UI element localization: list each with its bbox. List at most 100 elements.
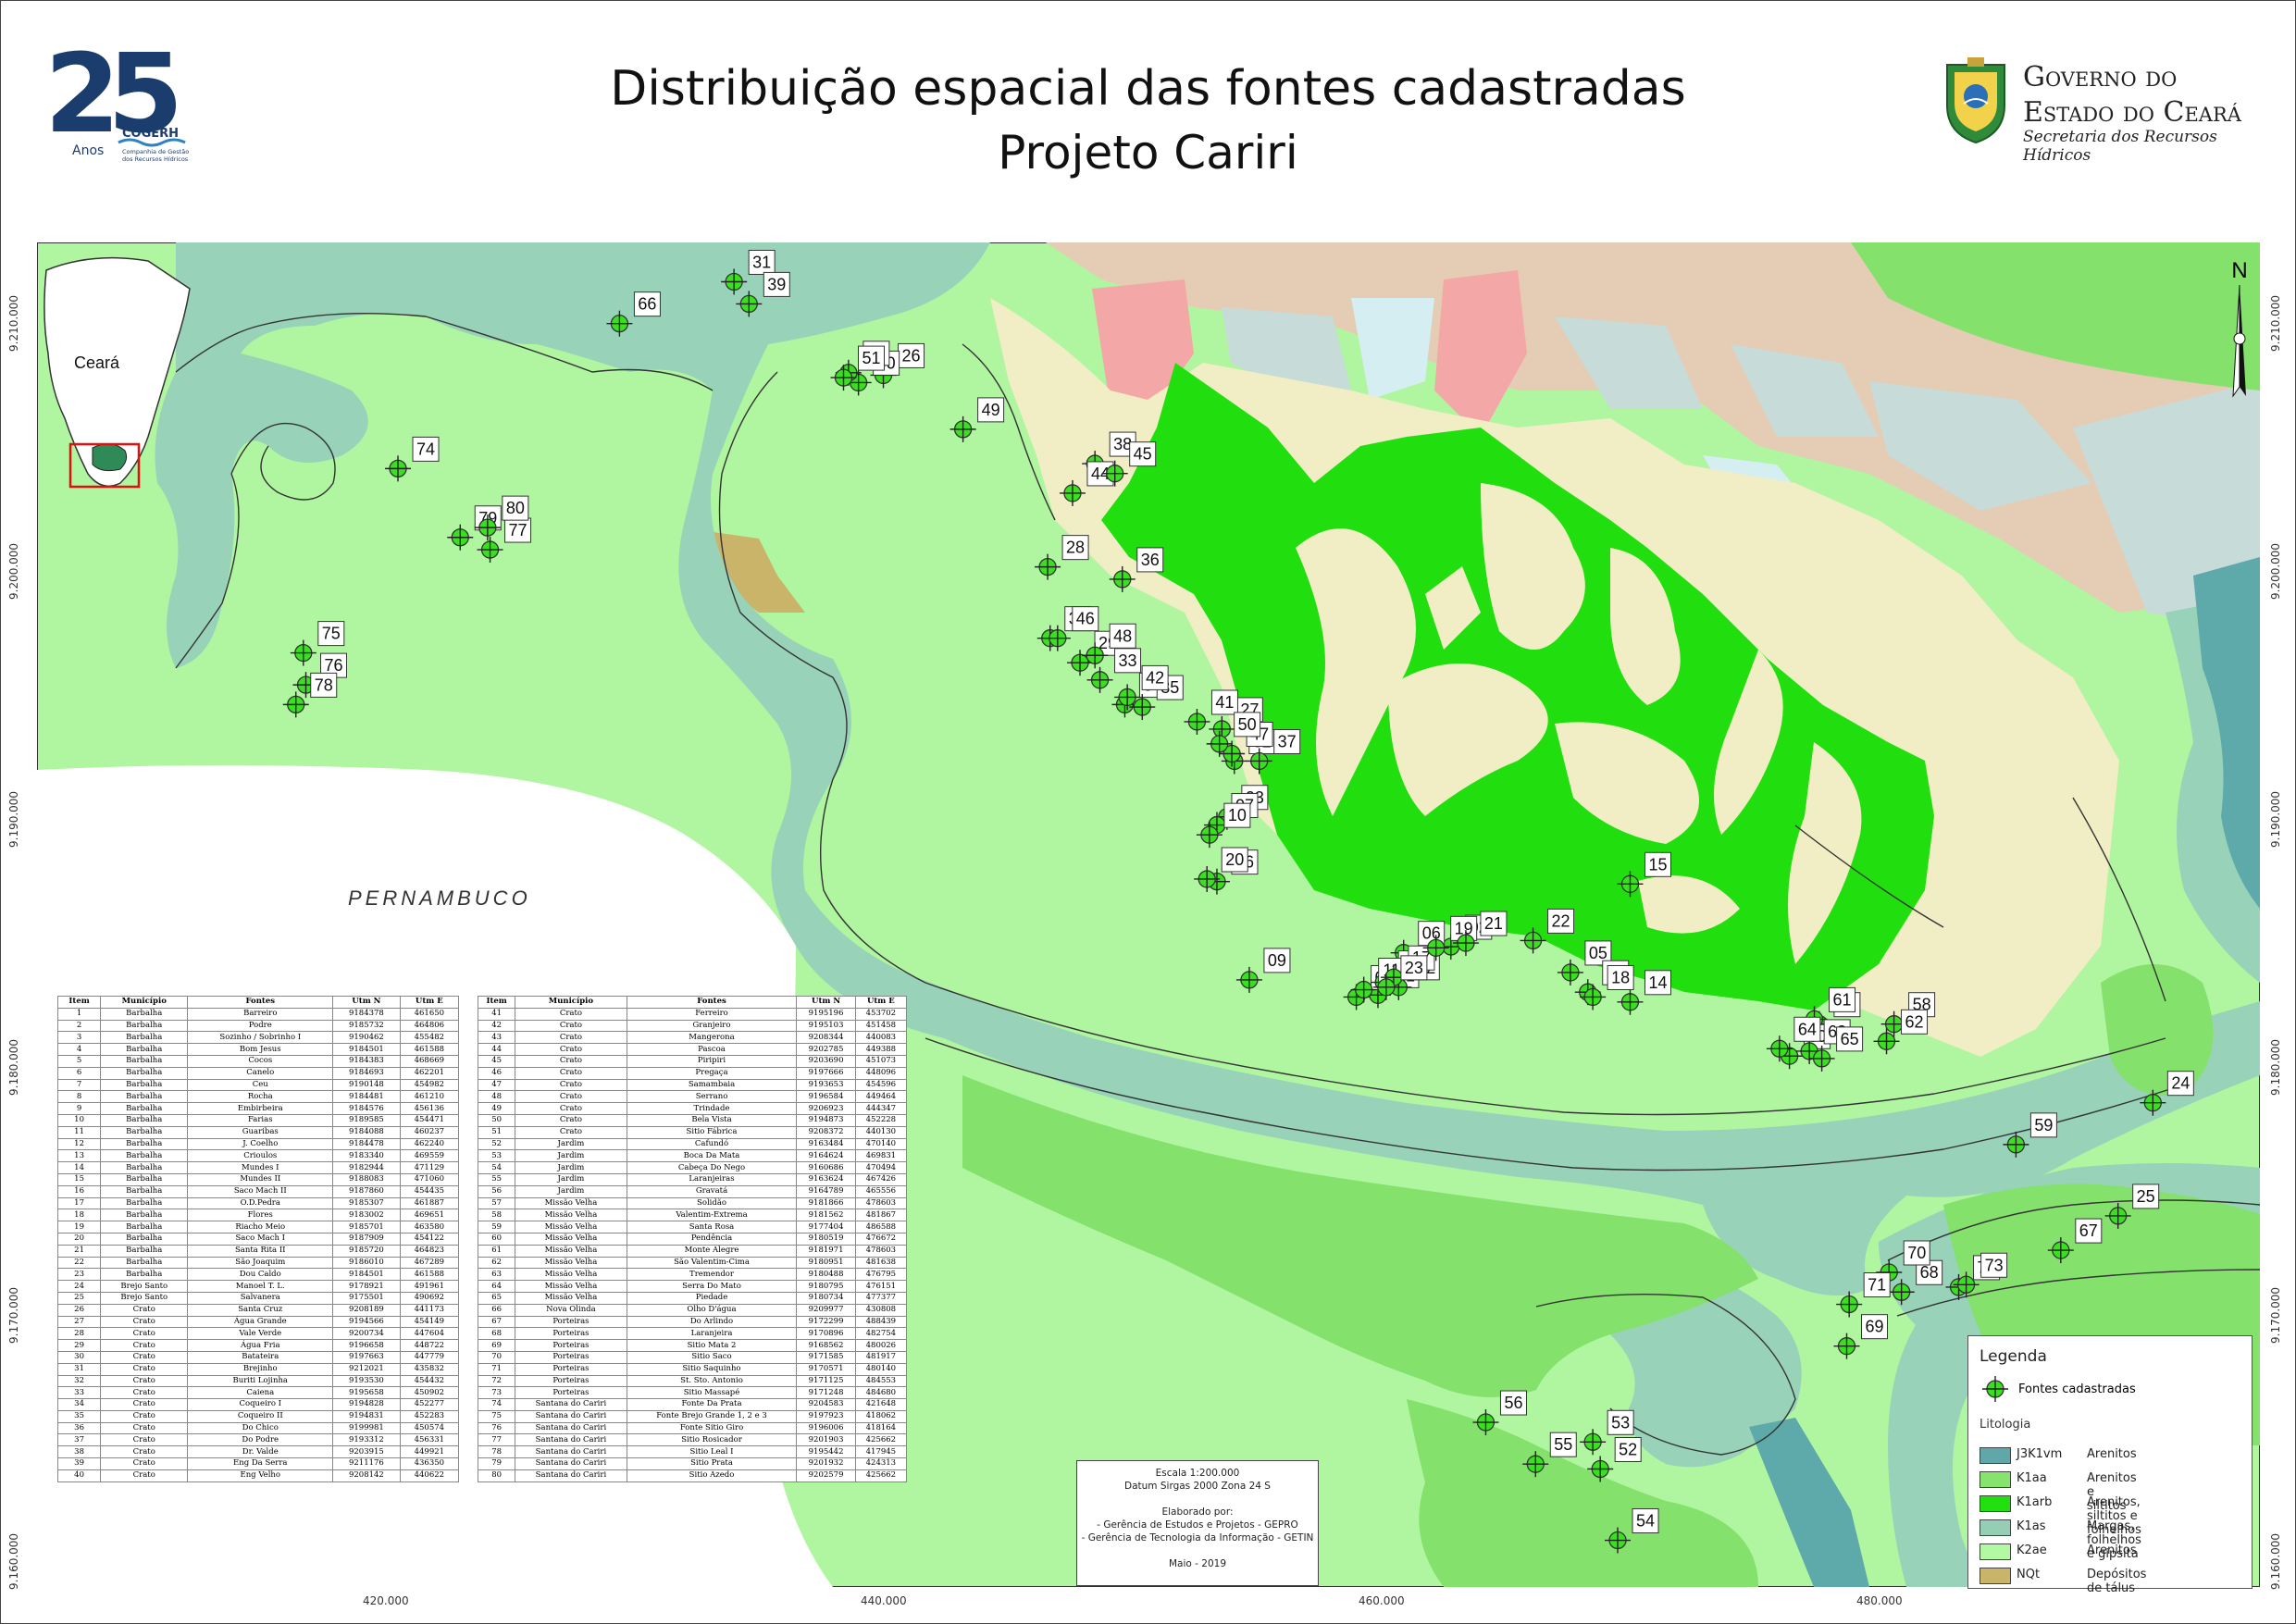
- table-cell: 451458: [854, 1019, 908, 1033]
- point-label: 49: [982, 401, 1000, 419]
- point-label: 50: [1238, 715, 1257, 734]
- table-cell: Bela Vista: [626, 1113, 798, 1127]
- th-item: Item: [477, 996, 516, 1009]
- table-cell: Barbalha: [100, 1090, 189, 1104]
- table-cell: Monte Alegre: [626, 1244, 798, 1258]
- table-row: 58 Missão Velha Valentim-Extrema 9181562 481…: [477, 1209, 908, 1222]
- table-cell: 67: [477, 1315, 516, 1329]
- table-cell: 27: [56, 1315, 102, 1329]
- table-row: 49 Crato Trindade 9206923 444347: [477, 1102, 908, 1115]
- legend-swatch: [1980, 1519, 2011, 1536]
- y-tick-6: 9.160.000: [7, 1532, 20, 1590]
- table-cell: Sitio Saquinho: [626, 1362, 798, 1376]
- table-cell: Porteiras: [515, 1386, 627, 1400]
- table-cell: 54: [477, 1161, 516, 1174]
- table-cell: 453702: [854, 1007, 908, 1021]
- table-row: 3 Barbalha Sozinho / Sobrinho I 9190462 4554…: [56, 1031, 460, 1045]
- table-cell: Laranjeira: [626, 1327, 798, 1341]
- th-utmn: Utm N: [332, 996, 401, 1009]
- table-cell: Missão Velha: [515, 1209, 627, 1222]
- table-cell: 9181866: [796, 1196, 856, 1210]
- table-cell: 49: [477, 1102, 516, 1115]
- table-cell: Boca Da Mata: [626, 1149, 798, 1163]
- table-cell: 9170896: [796, 1327, 856, 1341]
- table-cell: 9185701: [332, 1221, 401, 1233]
- point-label: 62: [1905, 1012, 1924, 1031]
- table-cell: 9195442: [796, 1445, 856, 1459]
- table-cell: Crato: [100, 1315, 189, 1329]
- point-label: 05: [1589, 944, 1607, 962]
- point-label: 68: [1920, 1263, 1939, 1282]
- table-cell: Barbalha: [100, 1221, 189, 1233]
- table-cell: 5: [56, 1054, 102, 1068]
- table-cell: 449464: [854, 1090, 908, 1104]
- legend-code: K1arb: [2017, 1495, 2053, 1509]
- legend-code: NQt: [2017, 1568, 2041, 1581]
- table-cell: Serrano: [626, 1090, 798, 1104]
- point-label: 76: [324, 656, 342, 675]
- table-cell: Do Arlindo: [626, 1315, 798, 1329]
- inset-label-ceara: Ceará: [74, 353, 120, 372]
- table-cell: 9180951: [796, 1256, 856, 1270]
- table-row: 67 Porteiras Do Arlindo 9172299 488439: [477, 1315, 908, 1329]
- table-cell: 9195658: [332, 1386, 401, 1400]
- table-cell: 6: [56, 1066, 102, 1080]
- table-row: 75 Santana do Cariri Fonte Brejo Grande 1,…: [477, 1409, 908, 1423]
- legend-swatch: [1980, 1543, 2011, 1560]
- table-cell: 440130: [854, 1125, 908, 1139]
- legend-swatch: [1980, 1447, 2011, 1464]
- table-row: 41 Crato Ferreiro 9195196 453702: [477, 1007, 908, 1021]
- table-row: 23 Barbalha Dou Caldo 9184501 461588: [56, 1268, 460, 1282]
- x-tick-1: 420.000: [363, 1594, 409, 1607]
- table-cell: Barreiro: [187, 1007, 334, 1021]
- table-cell: Crato: [515, 1031, 627, 1045]
- table-row: 10 Barbalha Farias 9189585 454471: [56, 1113, 460, 1127]
- table-cell: 461210: [399, 1090, 460, 1104]
- table-cell: 470140: [854, 1137, 908, 1151]
- table-row: 55 Jardim Laranjeiras 9163624 467426: [477, 1172, 908, 1186]
- table-cell: Barbalha: [100, 1078, 189, 1092]
- sources-table-2: Item Município Fontes Utm N Utm E 41 Crat…: [477, 996, 908, 1482]
- table-cell: 16: [56, 1184, 102, 1198]
- table-row: 40 Crato Eng Velho 9208142 440622: [56, 1469, 460, 1482]
- table-cell: 9168562: [796, 1339, 856, 1352]
- gov-line2: Estado do Ceará: [2023, 96, 2241, 129]
- table-cell: Barbalha: [100, 1268, 189, 1282]
- table-cell: Farias: [187, 1113, 334, 1127]
- point-label: 33: [1119, 651, 1137, 670]
- x-tick-2: 440.000: [861, 1594, 907, 1607]
- table-cell: 9163624: [796, 1172, 856, 1186]
- table-row: 4 Barbalha Bom Jesus 9184501 461588: [56, 1043, 460, 1056]
- table-cell: Crato: [100, 1445, 189, 1459]
- table-cell: 30: [56, 1350, 102, 1364]
- table-cell: 33: [56, 1386, 102, 1400]
- table-cell: Dr. Valde: [187, 1445, 334, 1459]
- table-cell: Do Podre: [187, 1433, 334, 1447]
- table-cell: 9203690: [796, 1054, 856, 1068]
- table-cell: 456331: [399, 1433, 460, 1447]
- x-tick-4: 480.000: [1856, 1594, 1903, 1607]
- table-cell: 40: [56, 1469, 102, 1482]
- table-cell: Guaribas: [187, 1125, 334, 1139]
- table-row: 6 Barbalha Canelo 9184693 462201: [56, 1066, 460, 1080]
- table-cell: 26: [56, 1303, 102, 1317]
- table-cell: 9193312: [332, 1433, 401, 1447]
- table-cell: Crato: [100, 1398, 189, 1411]
- table-cell: 9172299: [796, 1315, 856, 1329]
- table-cell: Barbalha: [100, 1054, 189, 1068]
- table-cell: Santa Rosa: [626, 1221, 798, 1233]
- table-row: 52 Jardim Cafundó 9163484 470140: [477, 1137, 908, 1151]
- table-cell: Fonte Sitio Giro: [626, 1421, 798, 1435]
- table-cell: 9194873: [796, 1113, 856, 1127]
- table-cell: Barbalha: [100, 1161, 189, 1174]
- table-cell: 449921: [399, 1445, 460, 1459]
- sources-table-1: Item Município Fontes Utm N Utm E 1 Barba…: [56, 996, 460, 1482]
- table-cell: 9171125: [796, 1374, 856, 1388]
- table-cell: 55: [477, 1172, 516, 1186]
- point-label: 73: [1985, 1256, 2004, 1274]
- table-cell: Olho D'água: [626, 1303, 798, 1317]
- x-tick-3: 460.000: [1359, 1594, 1405, 1607]
- point-label: 66: [638, 295, 656, 314]
- point-label: 78: [315, 676, 333, 694]
- table-cell: Serra Do Mato: [626, 1280, 798, 1293]
